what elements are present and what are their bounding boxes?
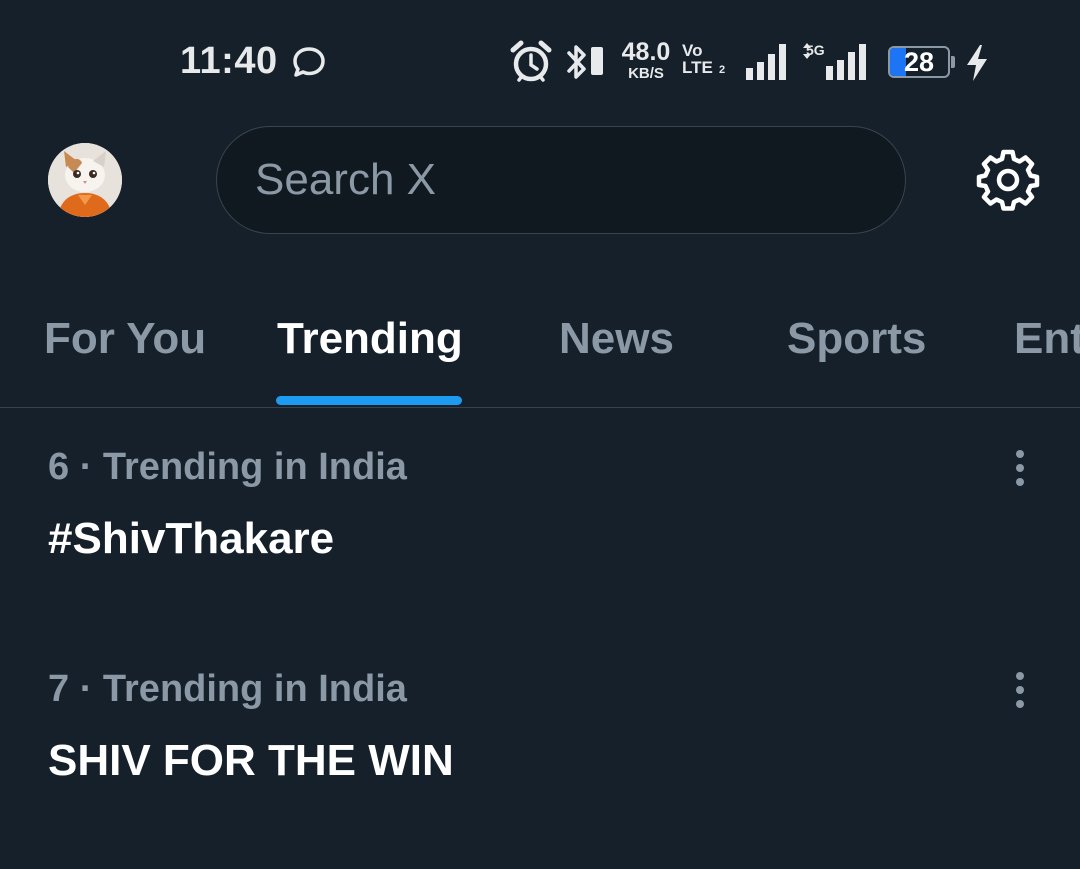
signal-strength-5g-icon: [824, 42, 874, 87]
trend-name[interactable]: #ShivThakare: [48, 514, 334, 564]
trend-item[interactable]: 7 · Trending in India SHIV FOR THE WIN: [0, 668, 1080, 868]
more-options-icon[interactable]: [1006, 672, 1034, 716]
network-speed: 48.0 KB/S: [616, 38, 676, 82]
trend-context: 6 · Trending in India: [48, 446, 407, 488]
gear-icon[interactable]: [972, 148, 1044, 212]
profile-avatar-icon[interactable]: [48, 143, 122, 217]
explore-tabs: For You Trending News Sports Ent: [0, 290, 1080, 408]
battery-cap: [951, 56, 955, 68]
search-input[interactable]: [253, 127, 857, 233]
network-speed-value: 48.0: [621, 38, 671, 66]
status-bar: 11:40 48.0 KB/S Vo LTE 2 5G 28: [0, 0, 1080, 120]
trend-context: 7 · Trending in India: [48, 668, 407, 710]
trend-name[interactable]: SHIV FOR THE WIN: [48, 736, 454, 786]
status-time: 11:40: [180, 40, 278, 82]
volte-top-label: Vo: [682, 41, 703, 60]
message-bubble-icon: [292, 46, 326, 83]
search-bar[interactable]: [216, 126, 906, 234]
tab-sports[interactable]: Sports: [787, 314, 926, 364]
tab-trending[interactable]: Trending: [277, 314, 463, 364]
tab-entertainment[interactable]: Ent: [1014, 314, 1080, 364]
alarm-icon: [510, 40, 552, 89]
network-speed-unit: KB/S: [628, 65, 664, 82]
signal-strength-icon: [744, 42, 792, 87]
lightning-bolt-icon: [964, 44, 990, 87]
tab-news[interactable]: News: [559, 314, 674, 364]
vibrate-icon: [590, 46, 604, 81]
sim-slot-label: 2: [719, 64, 726, 76]
explore-screen: 11:40 48.0 KB/S Vo LTE 2 5G 28 Search X …: [0, 0, 1080, 869]
active-tab-indicator: [276, 396, 462, 405]
volte-bottom-label: LTE: [682, 58, 713, 77]
volte-indicator: Vo LTE: [682, 42, 713, 76]
battery-indicator: 28: [888, 46, 950, 78]
trend-item[interactable]: 6 · Trending in India #ShivThakare: [0, 446, 1080, 646]
battery-level: 28: [903, 47, 935, 77]
more-options-icon[interactable]: [1006, 450, 1034, 494]
network-type: 5G: [806, 42, 825, 58]
bluetooth-icon: [566, 42, 588, 87]
tab-for-you[interactable]: For You: [44, 314, 206, 364]
